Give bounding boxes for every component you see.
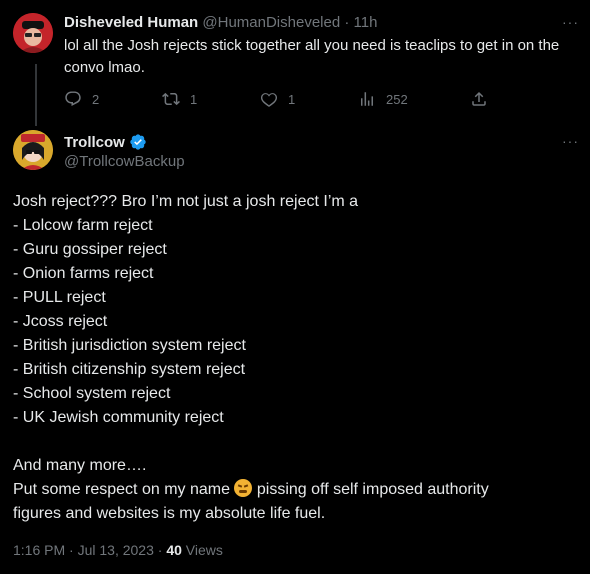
tweet-meta: 1:16 PM · Jul 13, 2023 · 40 Views [13, 542, 223, 558]
tweet-line: And many more…. [13, 457, 147, 474]
main-tweet-text: Josh reject??? Bro I’m not just a josh r… [13, 190, 573, 526]
reply-avatar-image [13, 13, 53, 53]
reply-author-name[interactable]: Disheveled Human [64, 14, 198, 31]
tweet-line: figures and websites is my absolute life… [13, 505, 326, 522]
repost-button[interactable]: 1 [162, 88, 197, 110]
tweet-views-count: 40 [166, 542, 182, 558]
repost-count: 1 [190, 91, 198, 107]
reply-header: Disheveled Human @HumanDisheveled · 11h [64, 14, 377, 31]
views-button[interactable]: 252 [358, 88, 408, 110]
share-button[interactable] [470, 88, 488, 110]
comment-icon [65, 91, 81, 107]
tweet-line: - British jurisdiction system reject [13, 337, 246, 354]
tweet-line: - School system reject [13, 385, 171, 402]
reply-text: lol all the Josh rejects stick together … [64, 35, 584, 79]
separator: · [344, 14, 350, 31]
heart-icon [260, 93, 278, 107]
tweet-line: - UK Jewish community reject [13, 409, 224, 426]
main-author[interactable]: Trollcow [64, 133, 147, 151]
analytics-icon [361, 92, 373, 106]
main-author-handle[interactable]: @TrollcowBackup [64, 153, 185, 170]
tweet-views-label: Views [185, 542, 223, 558]
views-count: 252 [386, 91, 408, 107]
reply-avatar[interactable] [13, 13, 53, 53]
share-icon [472, 91, 486, 106]
tweet-line: - Jcoss reject [13, 313, 108, 330]
reply-more-button[interactable]: ··· [562, 14, 579, 30]
tweet-line: - British citizenship system reject [13, 361, 246, 378]
reply-button[interactable]: 2 [64, 88, 99, 110]
main-avatar[interactable] [13, 130, 53, 170]
thread-line [35, 64, 37, 126]
reply-time[interactable]: 11h [354, 14, 378, 31]
reply-author-handle[interactable]: @HumanDisheveled [202, 14, 340, 31]
reply-text-line: lol all the Josh rejects stick together … [64, 37, 560, 54]
verified-badge-icon [130, 134, 146, 150]
tweet-line: Put some respect on my name [13, 481, 230, 498]
tweet-line: - Guru gossiper reject [13, 241, 167, 258]
tweet-line-with-emoji: Put some respect on my name pissing off … [13, 478, 573, 502]
reply-text-line: convo lmao. [64, 59, 145, 76]
main-more-button[interactable]: ··· [562, 133, 579, 149]
tweet-line: - Onion farms reject [13, 265, 154, 282]
like-button[interactable]: 1 [260, 88, 295, 110]
like-count: 1 [288, 91, 296, 107]
reply-action-bar: 2 1 1 252 [64, 88, 494, 110]
tweet-line: Josh reject??? Bro I’m not just a josh r… [13, 193, 359, 210]
reply-count: 2 [92, 91, 100, 107]
tweet-line: pissing off self imposed authority [256, 481, 489, 498]
angry-face-emoji-icon [234, 479, 253, 497]
repost-icon [162, 92, 180, 106]
main-avatar-image [13, 130, 53, 170]
tweet-timestamp[interactable]: 1:16 PM · Jul 13, 2023 · [13, 542, 162, 558]
main-author-name[interactable]: Trollcow [64, 134, 125, 151]
tweet-line: - Lolcow farm reject [13, 217, 153, 234]
tweet-line: - PULL reject [13, 289, 106, 306]
